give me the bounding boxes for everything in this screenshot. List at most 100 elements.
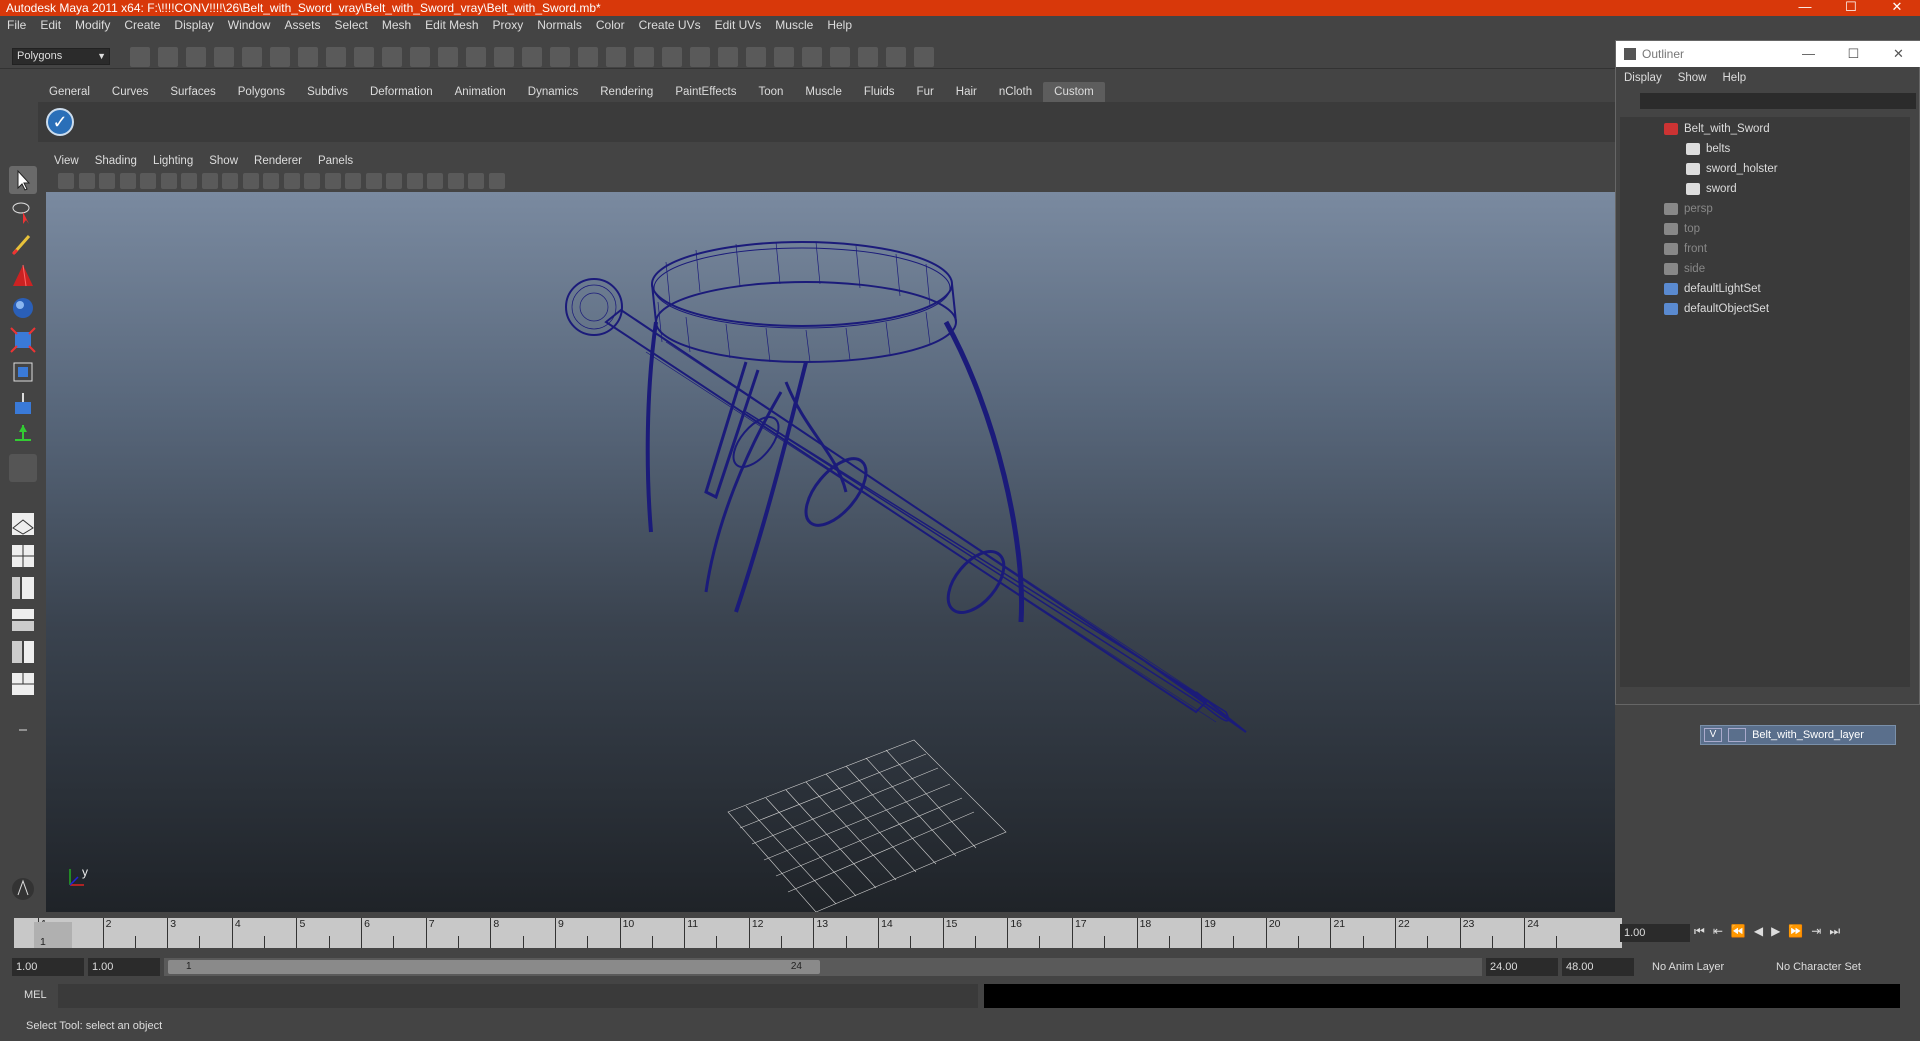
xray-joints-icon[interactable]	[468, 173, 484, 189]
select-component-icon[interactable]	[270, 47, 290, 67]
tool-settings-icon[interactable]	[858, 47, 878, 67]
layer-row[interactable]: V Belt_with_Sword_layer	[1700, 725, 1896, 745]
shelf-tab-surfaces[interactable]: Surfaces	[159, 82, 226, 102]
shelf-tab-general[interactable]: General	[38, 82, 101, 102]
outliner-item-sword-holster[interactable]: sword_holster	[1686, 159, 1778, 179]
lock-icon[interactable]	[606, 47, 626, 67]
anim-layer-dropdown[interactable]: No Anim Layer	[1648, 958, 1752, 976]
outliner-minimize-button[interactable]: —	[1786, 41, 1831, 67]
menu-window[interactable]: Window	[221, 18, 278, 32]
shelf-tab-fur[interactable]: Fur	[906, 82, 945, 102]
image-plane-icon[interactable]	[119, 173, 136, 189]
menu-set-dropdown[interactable]: Polygons ▼	[12, 48, 110, 65]
gate-mask-icon[interactable]	[201, 173, 218, 189]
viewport-menu-lighting[interactable]: Lighting	[145, 155, 201, 167]
manipulator-tool-icon[interactable]	[9, 358, 37, 386]
start-time-field[interactable]: 1.00	[12, 958, 84, 976]
select-hierarchy-icon[interactable]	[214, 47, 234, 67]
outliner-item-persp[interactable]: persp	[1664, 199, 1713, 219]
play-backward-icon[interactable]: ◀	[1754, 924, 1763, 944]
outliner-item-defaultobjectset[interactable]: defaultObjectSet	[1664, 299, 1769, 319]
menu-help[interactable]: Help	[820, 18, 859, 32]
soft-mod-tool-icon[interactable]	[9, 390, 37, 418]
layer-type-toggle[interactable]	[1728, 728, 1746, 742]
menu-display[interactable]: Display	[167, 18, 220, 32]
all-lights-icon[interactable]	[386, 173, 402, 189]
menu-edit-mesh[interactable]: Edit Mesh	[418, 18, 485, 32]
layer-icon[interactable]	[886, 47, 906, 67]
current-time-marker[interactable]: 1	[34, 922, 72, 948]
shelf-tab-painteffects[interactable]: PaintEffects	[664, 82, 747, 102]
persp-graph-layout-icon[interactable]	[9, 670, 37, 698]
mel-label[interactable]: MEL	[24, 989, 47, 1001]
hypershade-layout-icon[interactable]	[9, 638, 37, 666]
go-to-end-icon[interactable]: ⏭	[1829, 924, 1840, 944]
attr-editor-icon[interactable]	[830, 47, 850, 67]
wire-on-shaded-icon[interactable]	[324, 173, 341, 189]
uv-icon[interactable]	[746, 47, 766, 67]
end-time-field[interactable]: 48.00	[1562, 958, 1634, 976]
paint-tool-icon[interactable]	[9, 230, 37, 258]
single-view-layout-icon[interactable]	[9, 510, 37, 538]
outliner-item-front[interactable]: front	[1664, 239, 1707, 259]
render-settings-icon[interactable]	[522, 47, 542, 67]
outliner-filter-field[interactable]	[1640, 93, 1916, 109]
shelf-tab-ncloth[interactable]: nCloth	[988, 82, 1043, 102]
rotate-tool-icon[interactable]	[9, 294, 37, 322]
outliner-layout-icon[interactable]	[9, 574, 37, 602]
menu-mesh[interactable]: Mesh	[375, 18, 418, 32]
close-button[interactable]: ✕	[1874, 0, 1920, 16]
film-gate-icon[interactable]	[160, 173, 177, 189]
outliner-item-belts[interactable]: belts	[1686, 139, 1730, 159]
outliner-close-button[interactable]: ✕	[1876, 41, 1920, 67]
menu-muscle[interactable]: Muscle	[768, 18, 820, 32]
options-icon[interactable]	[9, 875, 37, 903]
menu-select[interactable]: Select	[327, 18, 374, 32]
isolate-icon[interactable]	[427, 173, 443, 189]
select-tool-icon[interactable]	[9, 166, 37, 194]
outliner-item-belt-with-sword[interactable]: Belt_with_Sword	[1664, 119, 1770, 139]
wireframe-icon[interactable]	[283, 173, 300, 189]
shelf-tab-animation[interactable]: Animation	[444, 82, 517, 102]
more-tools-icon[interactable]	[9, 720, 37, 740]
field-chart-icon[interactable]	[222, 173, 238, 189]
layer-visibility-toggle[interactable]: V	[1704, 728, 1722, 742]
camera-select-icon[interactable]	[58, 173, 74, 189]
step-forward-key-icon[interactable]: ⇥	[1811, 924, 1821, 944]
time-slider[interactable]: 1234567891011121314151617181920212223241	[14, 918, 1622, 948]
outliner-item-top[interactable]: top	[1664, 219, 1700, 239]
snap-point-icon[interactable]	[354, 47, 374, 67]
menu-file[interactable]: File	[0, 18, 33, 32]
outliner-maximize-button[interactable]: ☐	[1831, 41, 1876, 67]
bookmark-icon[interactable]	[99, 173, 115, 189]
shelf-tab-dynamics[interactable]: Dynamics	[517, 82, 589, 102]
shelf-tab-toon[interactable]: Toon	[747, 82, 794, 102]
ipr-render-icon[interactable]	[494, 47, 514, 67]
save-scene-icon[interactable]	[186, 47, 206, 67]
outliner-menu-help[interactable]: Help	[1715, 69, 1755, 87]
checkmark-icon[interactable]: ✓	[46, 108, 74, 136]
viewport-menu-renderer[interactable]: Renderer	[246, 155, 310, 167]
step-back-key-icon[interactable]: ⇤	[1713, 924, 1723, 944]
range-slider-handle[interactable]: 1 24	[168, 960, 820, 974]
go-to-start-icon[interactable]: ⏮	[1694, 924, 1705, 944]
menu-create-uvs[interactable]: Create UVs	[632, 18, 708, 32]
minimize-button[interactable]: —	[1782, 0, 1828, 16]
viewport-3d[interactable]	[46, 192, 1615, 912]
viewport-menu-panels[interactable]: Panels	[310, 155, 361, 167]
graph-layout-icon[interactable]	[9, 606, 37, 634]
camera-attr-icon[interactable]	[78, 173, 95, 189]
safe-action-icon[interactable]	[242, 173, 259, 189]
shelf-tab-custom[interactable]: Custom	[1043, 82, 1105, 102]
render-icon[interactable]	[466, 47, 486, 67]
move-tool-icon[interactable]	[9, 262, 37, 290]
outliner-item-side[interactable]: side	[1664, 259, 1705, 279]
help-icon[interactable]	[578, 47, 598, 67]
maximize-button[interactable]: ☐	[1828, 0, 1874, 16]
menu-edit[interactable]: Edit	[33, 18, 68, 32]
step-forward-frame-icon[interactable]: ⏩	[1788, 924, 1803, 944]
playback-end-field[interactable]: 24.00	[1486, 958, 1558, 976]
last-tool-icon[interactable]	[9, 422, 37, 450]
shelf-tab-polygons[interactable]: Polygons	[227, 82, 296, 102]
viewport-menu-show[interactable]: Show	[201, 155, 246, 167]
